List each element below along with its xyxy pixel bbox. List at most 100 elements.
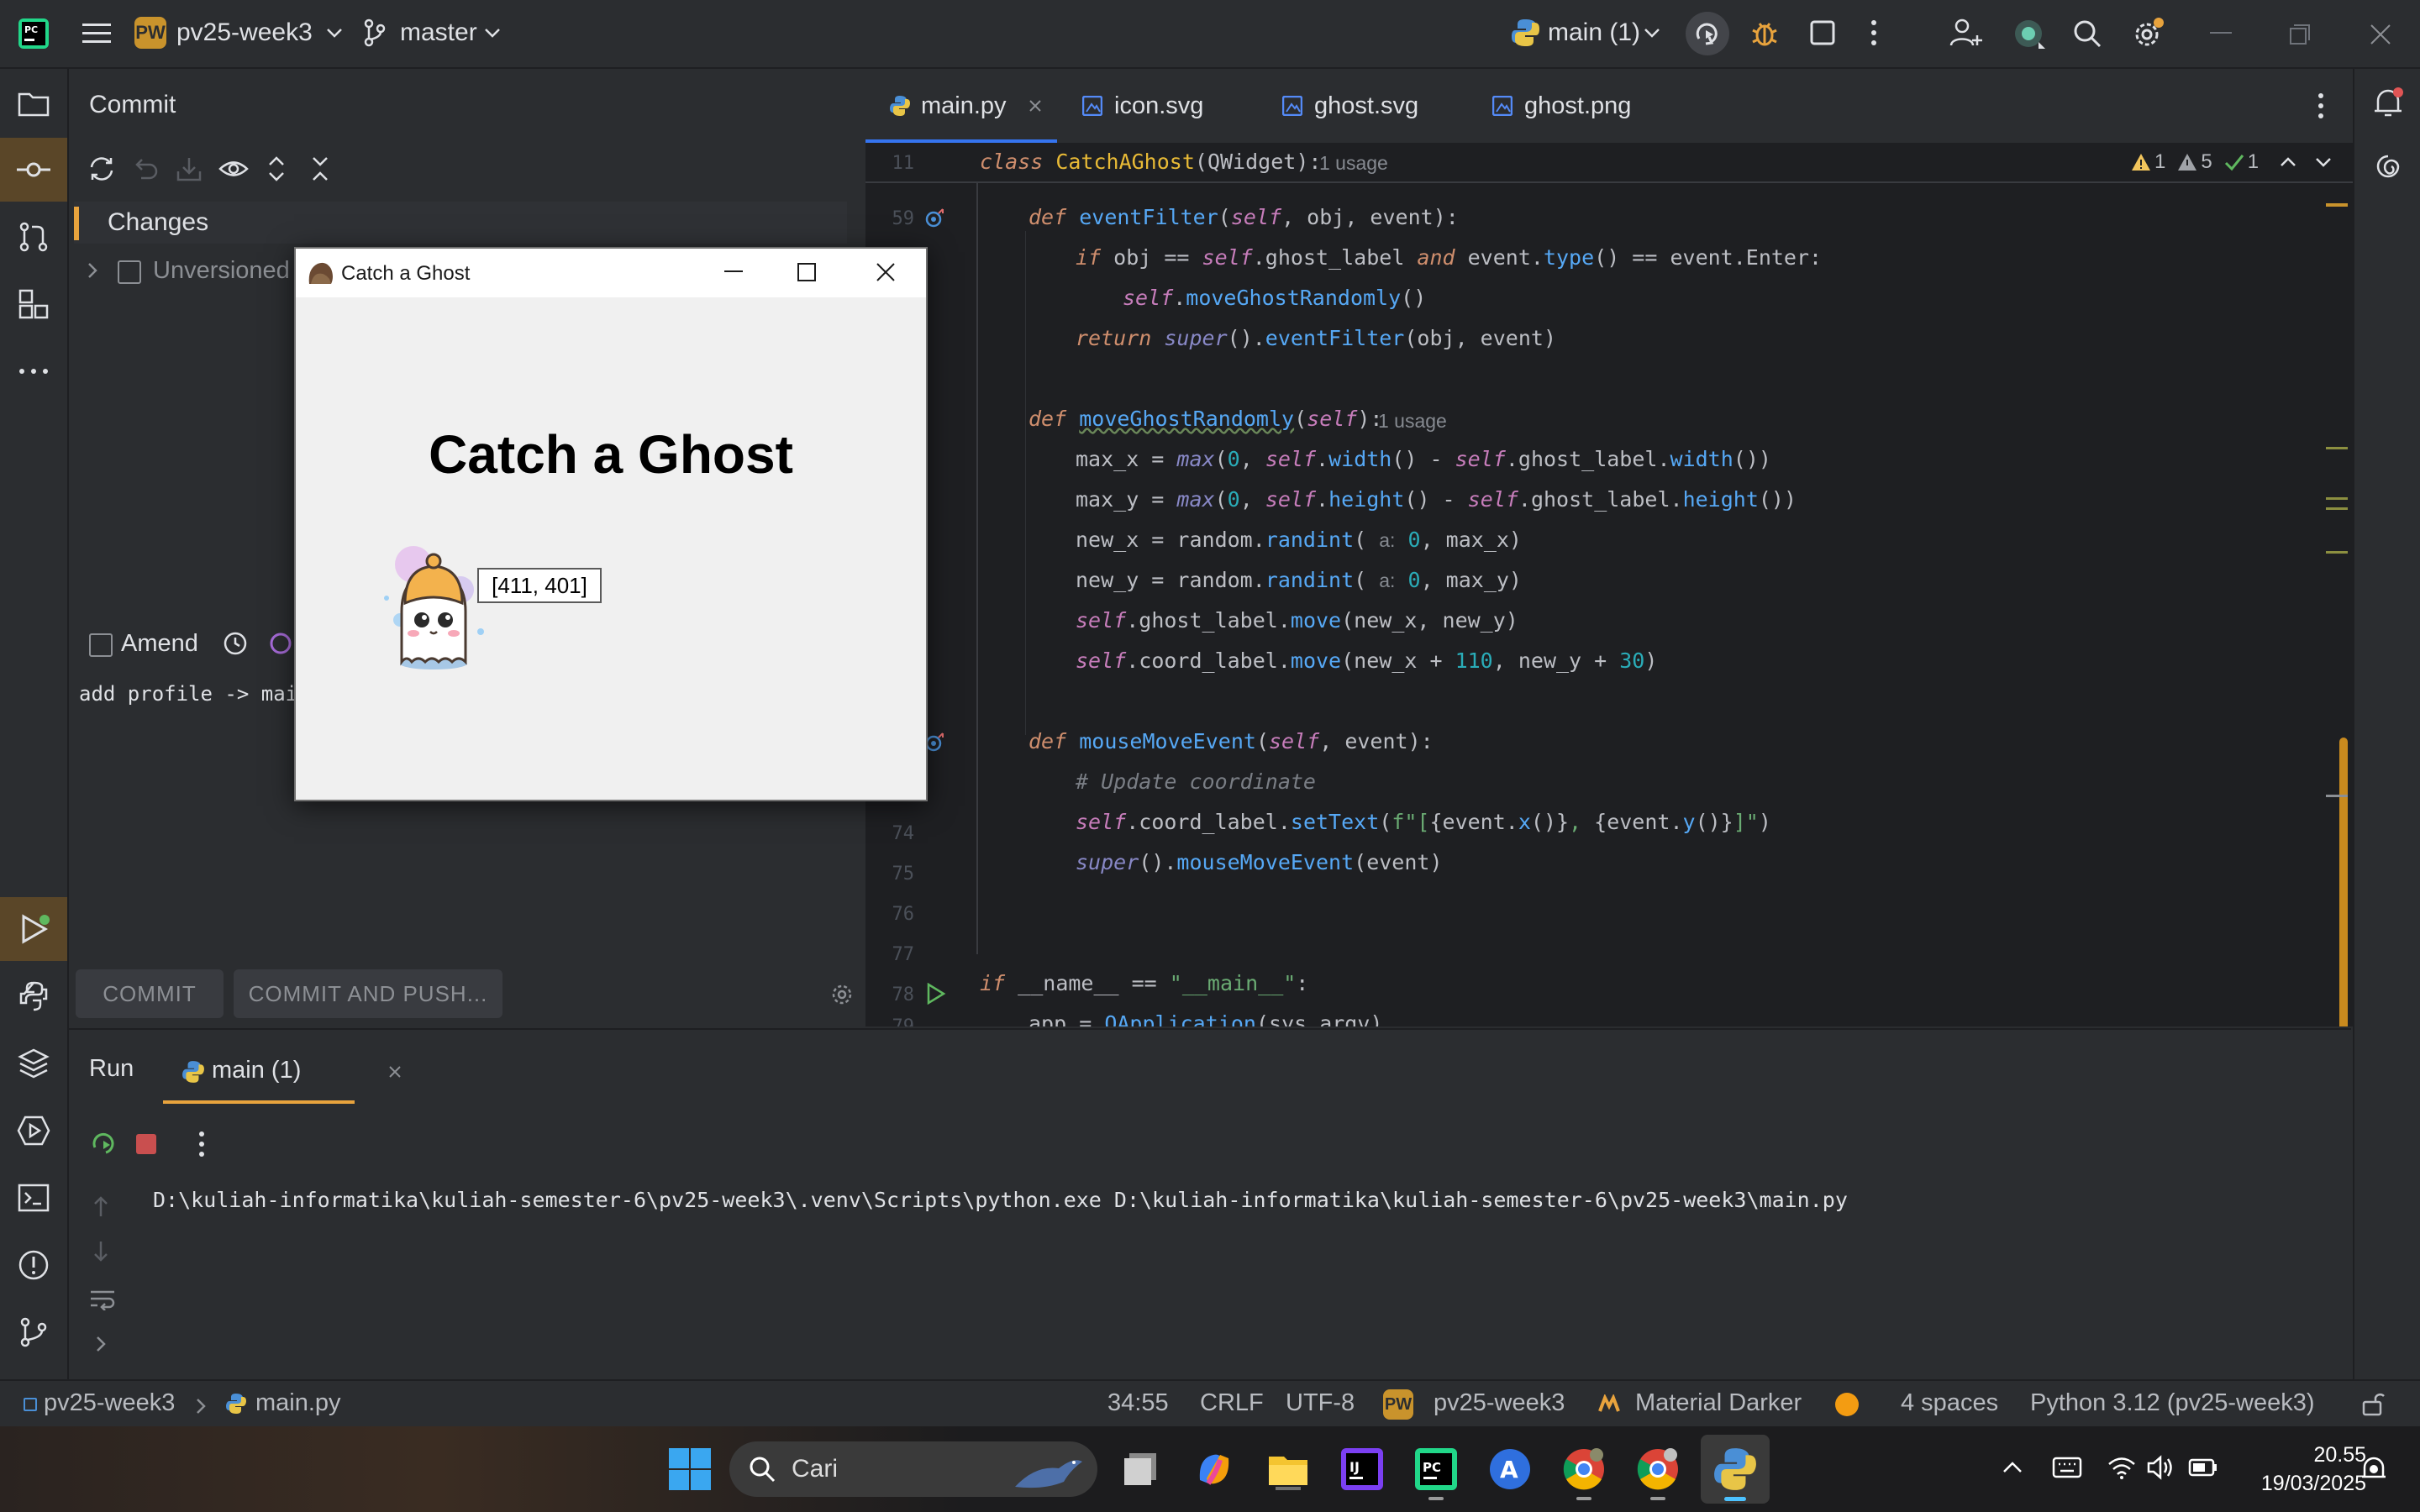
notifications-bell-icon[interactable] [2371, 86, 2405, 119]
popup-minimize-icon[interactable] [724, 270, 743, 274]
refresh-icon[interactable] [87, 155, 116, 183]
search-icon[interactable] [2072, 18, 2102, 49]
tab-ghost-svg[interactable]: ghost.svg [1257, 69, 1467, 143]
task-view-icon[interactable] [1118, 1446, 1163, 1492]
close-window-icon[interactable] [2370, 24, 2391, 45]
wifi-icon[interactable] [2107, 1455, 2136, 1480]
chrome-icon[interactable] [1561, 1446, 1607, 1500]
tray-overflow-chevron-icon[interactable] [2002, 1460, 2023, 1475]
status-project[interactable]: pv25-week3 [1434, 1389, 1565, 1417]
translator-a-icon[interactable]: A [1487, 1446, 1533, 1492]
changes-row[interactable]: Changes [74, 202, 847, 244]
commit-message-input[interactable]: add profile -> mai [79, 682, 297, 706]
tab-main-py[interactable]: main.py [865, 69, 1057, 143]
ghost-image[interactable] [380, 539, 489, 674]
more-tools-icon[interactable] [17, 354, 50, 388]
project-folder-icon[interactable] [17, 87, 50, 121]
python-console-icon[interactable] [17, 979, 50, 1013]
breadcrumb-file[interactable]: main.py [255, 1389, 341, 1417]
run-tool-icon[interactable] [17, 912, 50, 946]
commit-icon[interactable] [17, 153, 50, 186]
popup-close-icon[interactable] [876, 262, 896, 282]
clock-date[interactable]: 19/03/2025 [2235, 1472, 2366, 1496]
rollback-icon[interactable] [131, 155, 160, 183]
prev-highlight-icon[interactable] [2279, 155, 2297, 169]
debug-icon[interactable] [1749, 18, 1780, 49]
shelve-icon[interactable] [175, 155, 203, 183]
stop-icon[interactable] [1808, 18, 1837, 47]
run-tab-close-icon[interactable] [388, 1065, 402, 1079]
tabs-more-icon[interactable] [2317, 92, 2324, 119]
expand-run-icon[interactable] [94, 1334, 108, 1354]
windows-start-icon[interactable] [667, 1446, 713, 1492]
caret-position[interactable]: 34:55 [1107, 1389, 1169, 1417]
structure-icon[interactable] [17, 287, 50, 321]
hamburger-menu-icon[interactable] [82, 20, 111, 47]
override-marker-icon[interactable] [924, 207, 946, 228]
more-vertical-icon[interactable] [1870, 18, 1877, 47]
python-app-taskbar-active[interactable] [1701, 1435, 1770, 1504]
theme-name[interactable]: Material Darker [1635, 1389, 1802, 1417]
scroll-down-icon[interactable] [92, 1240, 109, 1263]
rerun-button[interactable] [1686, 12, 1729, 55]
tab-ghost-png[interactable]: ghost.png [1467, 69, 1677, 143]
expand-arrow-icon[interactable] [86, 260, 99, 281]
volume-icon[interactable] [2146, 1455, 2175, 1480]
next-highlight-icon[interactable] [2314, 155, 2333, 169]
restore-window-icon[interactable] [2289, 24, 2311, 45]
settings-gear-icon[interactable] [2131, 17, 2165, 50]
code-editor[interactable]: 11 class CatchAGhost(QWidget): 1 usage 1… [865, 143, 2353, 1026]
read-only-lock-icon[interactable] [2361, 1391, 2385, 1416]
copilot-icon[interactable] [1192, 1446, 1237, 1492]
soft-wrap-icon[interactable] [89, 1287, 116, 1310]
taskbar-search-box[interactable]: Cari [729, 1441, 1097, 1497]
tab-close-icon[interactable] [1028, 99, 1042, 113]
editor-scrollbar-thumb[interactable] [2339, 738, 2348, 1026]
run-gutter-icon[interactable] [926, 983, 946, 1005]
services-icon[interactable] [17, 1114, 50, 1147]
chrome-profile-icon[interactable] [1635, 1446, 1681, 1500]
popup-title-bar[interactable]: Catch a Ghost [296, 249, 926, 297]
run-tab-main[interactable]: main (1) [163, 1042, 401, 1104]
tab-icon-svg[interactable]: icon.svg [1057, 69, 1257, 143]
rerun-icon[interactable] [89, 1129, 118, 1158]
python-interpreter[interactable]: Python 3.12 (pv25-week3) [2030, 1389, 2315, 1417]
commit-button[interactable]: COMMIT [76, 969, 224, 1018]
pycharm-taskbar-icon[interactable]: PC [1413, 1446, 1459, 1500]
commit-and-push-button[interactable]: COMMIT AND PUSH... [234, 969, 502, 1018]
layers-icon[interactable] [17, 1047, 50, 1080]
status-indicator-dot[interactable] [1835, 1393, 1859, 1416]
battery-icon[interactable] [2188, 1457, 2218, 1478]
commit-settings-gear-icon[interactable] [829, 981, 855, 1008]
problems-icon[interactable] [17, 1248, 50, 1282]
show-diff-eye-icon[interactable] [218, 155, 249, 183]
run-more-icon[interactable] [198, 1131, 205, 1158]
line-separator[interactable]: CRLF [1200, 1389, 1264, 1417]
indent-setting[interactable]: 4 spaces [1901, 1389, 1998, 1417]
project-selector[interactable]: pv25-week3 [176, 18, 313, 47]
collapse-all-icon[interactable] [309, 155, 331, 183]
file-explorer-icon[interactable] [1265, 1446, 1311, 1492]
git-icon[interactable] [17, 1315, 50, 1349]
add-user-icon[interactable] [1949, 17, 1983, 49]
history-clock-icon[interactable] [222, 630, 249, 657]
ai-commit-icon[interactable] [267, 630, 294, 657]
intellij-icon[interactable]: IJ [1339, 1446, 1385, 1492]
branch-selector[interactable]: master [400, 18, 477, 47]
ai-assistant-icon[interactable] [2013, 17, 2047, 50]
amend-checkbox[interactable] [89, 633, 113, 657]
clock-time[interactable]: 20.55 [2235, 1443, 2366, 1467]
minimize-window-icon[interactable] [2210, 32, 2232, 35]
terminal-icon[interactable] [17, 1181, 50, 1215]
scroll-up-icon[interactable] [92, 1194, 109, 1218]
stop-run-button[interactable] [136, 1134, 156, 1154]
inspection-widget[interactable]: 1 5 1 [2131, 150, 2333, 175]
unversioned-checkbox[interactable] [118, 260, 141, 284]
popup-maximize-icon[interactable] [797, 262, 817, 282]
expand-all-icon[interactable] [266, 155, 287, 183]
catch-a-ghost-window[interactable]: Catch a Ghost Catch a Ghost [411, 401] [294, 247, 928, 801]
run-config-selector[interactable]: main (1) [1548, 18, 1640, 47]
pull-requests-icon[interactable] [17, 220, 50, 254]
notification-center-icon[interactable] [2360, 1455, 2388, 1483]
breadcrumb-project[interactable]: pv25-week3 [44, 1389, 175, 1417]
